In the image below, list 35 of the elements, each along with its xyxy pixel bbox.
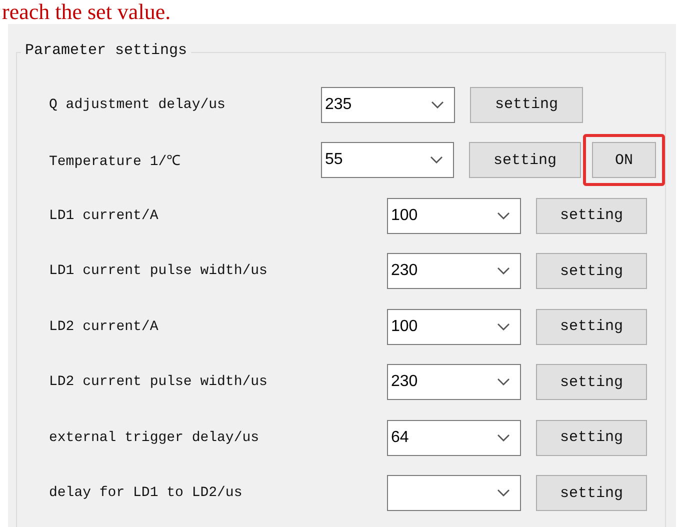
caret-icon — [497, 322, 510, 331]
field-label: LD2 current pulse width/us — [49, 374, 268, 390]
value-dropdown[interactable]: 230 — [387, 253, 521, 290]
setting-button[interactable]: setting — [536, 198, 647, 234]
document-text: reach the set value. — [2, 0, 171, 24]
setting-button[interactable]: setting — [536, 475, 647, 512]
setting-button[interactable]: setting — [470, 86, 583, 123]
value-dropdown[interactable]: 55 — [321, 142, 454, 178]
value-dropdown[interactable]: 100 — [387, 198, 521, 234]
caret-icon — [497, 267, 510, 276]
group-title: Parameter settings — [21, 42, 192, 59]
setting-button[interactable]: setting — [536, 364, 647, 400]
field-label: LD2 current/A — [49, 318, 160, 335]
value-dropdown[interactable]: 64 — [387, 420, 521, 456]
on-button[interactable]: ON — [592, 142, 656, 178]
value-dropdown[interactable]: 230 — [387, 364, 521, 400]
value-dropdown[interactable]: 235 — [321, 86, 455, 123]
setting-button[interactable]: setting — [536, 420, 647, 456]
setting-button[interactable]: setting — [536, 253, 647, 290]
field-label: LD1 current/A — [49, 208, 160, 224]
setting-button[interactable]: setting — [468, 142, 581, 178]
value-dropdown[interactable] — [387, 475, 521, 512]
caret-icon — [497, 378, 510, 386]
field-label: delay for LD1 to LD2/us — [49, 485, 244, 502]
caret-icon — [431, 100, 444, 109]
caret-icon — [430, 156, 443, 164]
caret-icon — [497, 489, 510, 498]
field-label: LD1 current pulse width/us — [49, 263, 268, 280]
field-label: external trigger delay/us — [49, 430, 260, 446]
setting-button[interactable]: setting — [536, 308, 647, 345]
field-label: Q adjustment delay/us — [49, 96, 226, 113]
value-dropdown[interactable]: 100 — [387, 308, 521, 345]
caret-icon — [497, 434, 510, 442]
field-label: Temperature 1/℃ — [49, 153, 182, 170]
caret-icon — [497, 212, 510, 220]
